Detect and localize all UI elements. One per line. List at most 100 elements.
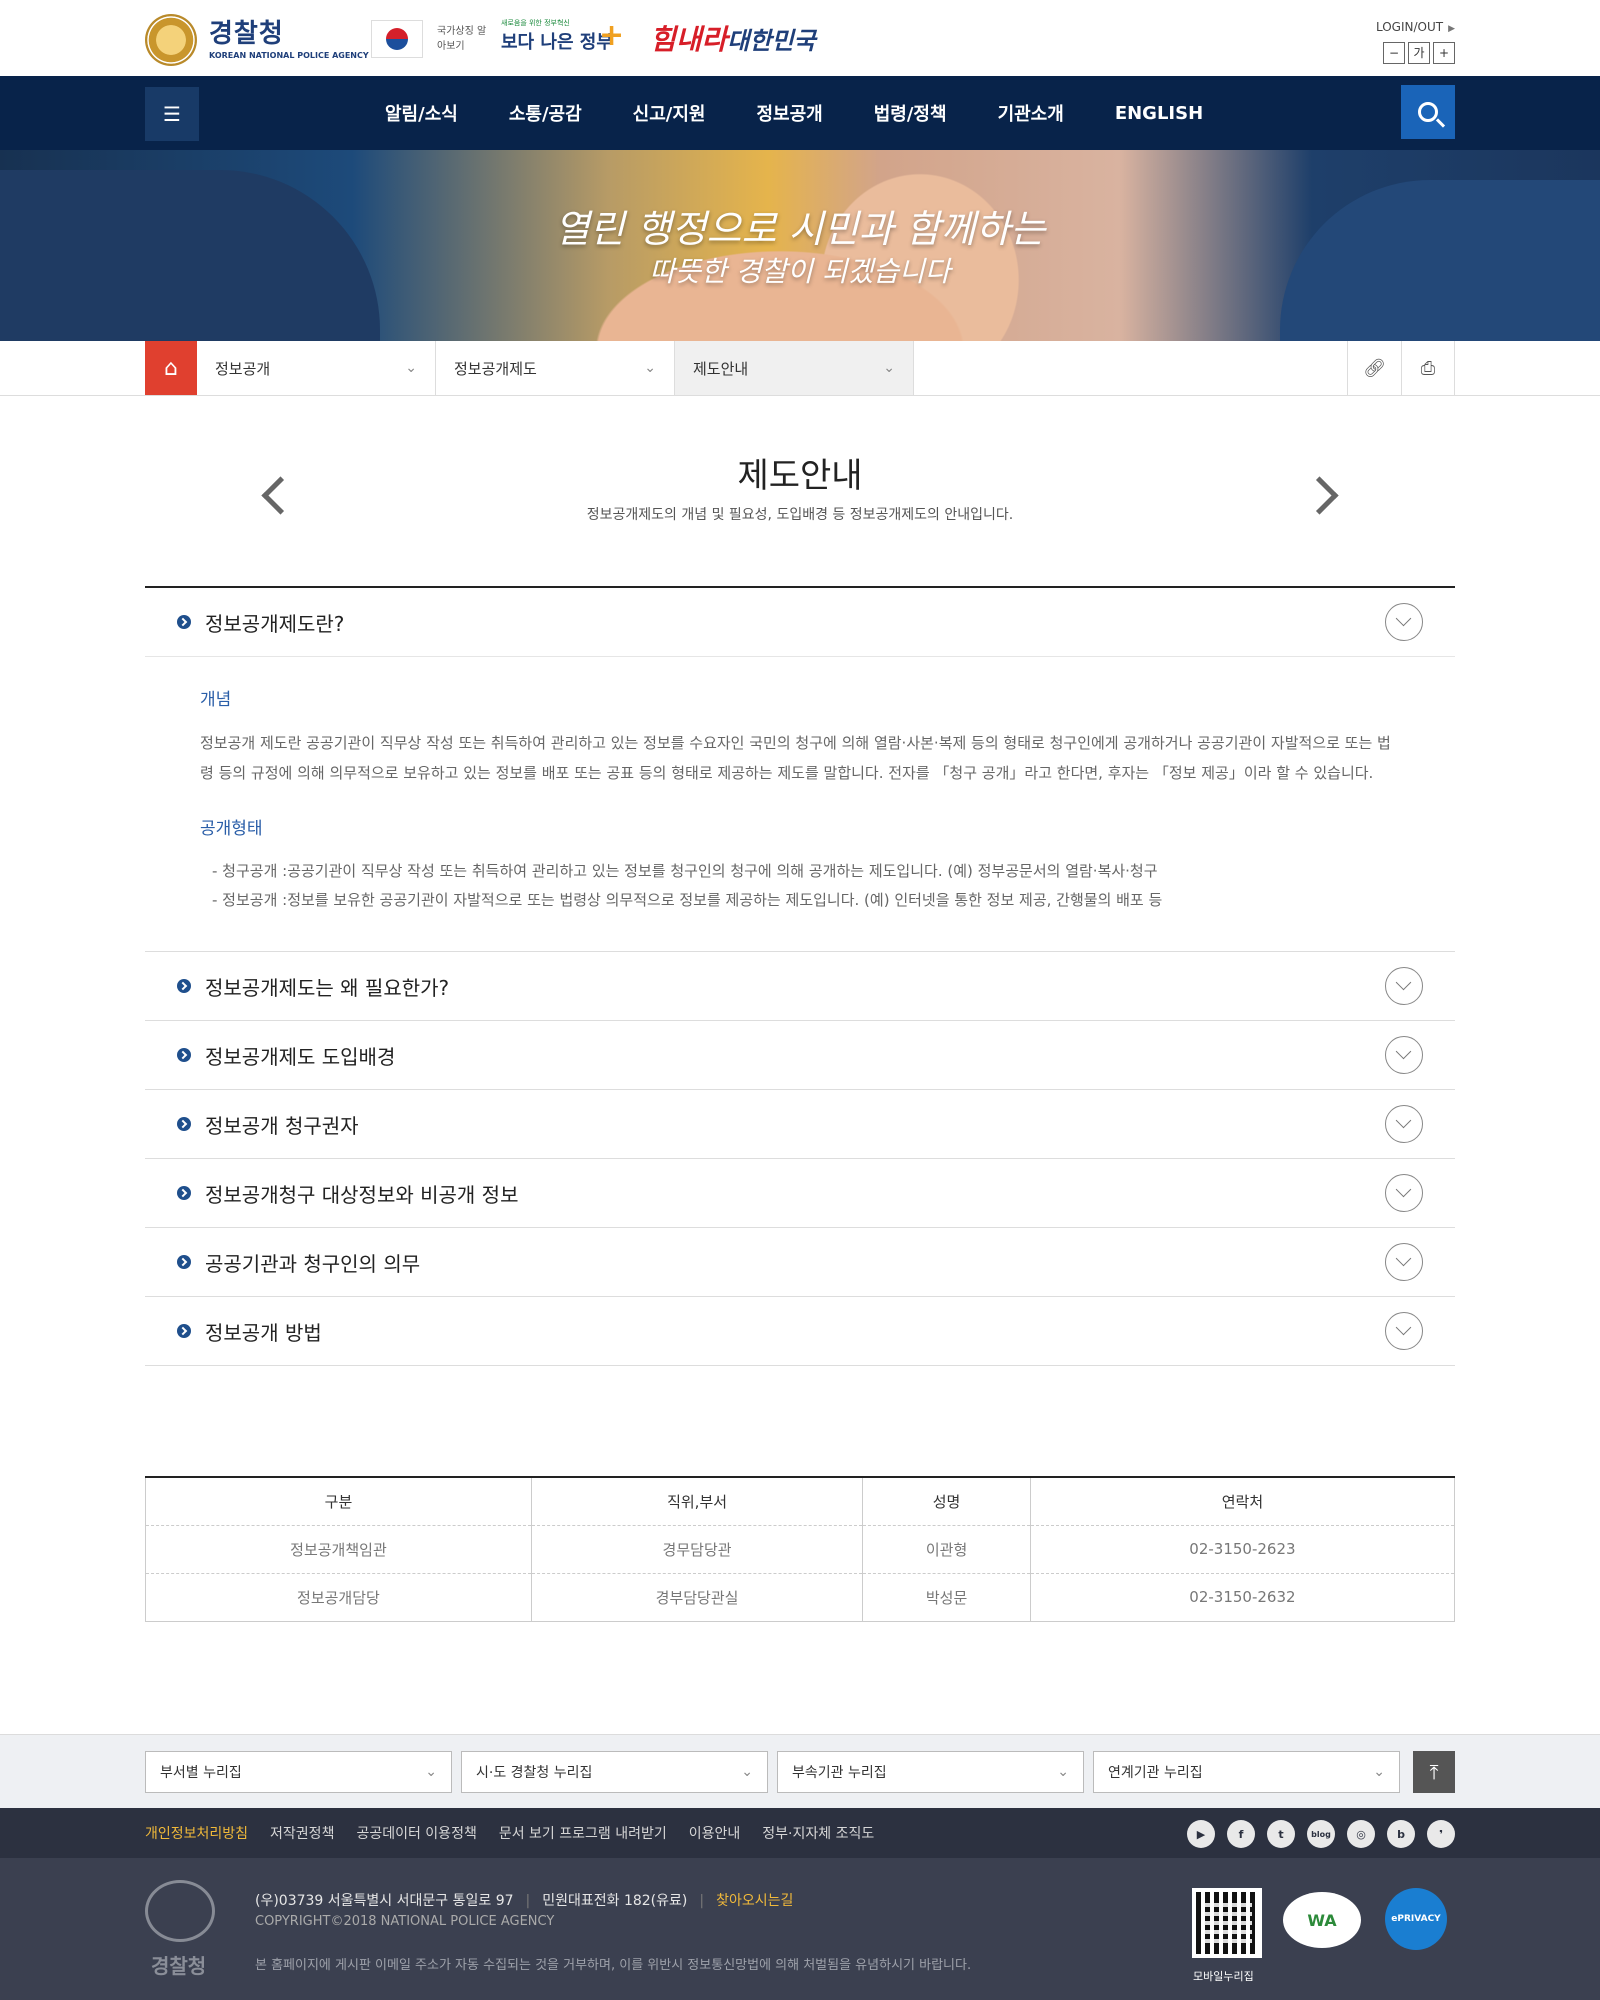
info-accordion: 정보공개제도란? 개념 정보공개 제도란 공공기관이 직무상 작성 또는 취득하…: [145, 586, 1455, 1366]
regional-police-site-select[interactable]: 시·도 경찰청 누리집 ⌄: [461, 1751, 768, 1793]
logo-subtitle: KOREAN NATIONAL POLICE AGENCY: [209, 51, 369, 60]
accordion-title: 정보공개제도 도입배경: [205, 1044, 396, 1069]
chevron-down-circle-icon[interactable]: [1385, 603, 1423, 641]
accordion-header[interactable]: 정보공개 청구권자: [145, 1090, 1455, 1158]
qr-code-icon[interactable]: [1192, 1888, 1262, 1958]
share-link-button[interactable]: 🔗︎: [1347, 341, 1401, 395]
usage-guide-link[interactable]: 이용안내: [689, 1823, 741, 1843]
gov-org-chart-link[interactable]: 정부·지자체 조직도: [762, 1823, 874, 1843]
gnb-menu: 알림/소식 소통/공감 신고/지원 정보공개 법령/정책 기관소개 ENGLIS…: [385, 76, 1203, 150]
copyright-policy-link[interactable]: 저작권정책: [270, 1823, 334, 1843]
footer-emblem-text: 경찰청: [151, 1954, 207, 1978]
table-row: 정보공개책임관 경무담당관 이관형 02-3150-2623: [145, 1525, 1456, 1574]
accordion-item: 공공기관과 청구인의 의무: [145, 1228, 1455, 1297]
font-decrease-button[interactable]: −: [1383, 42, 1405, 64]
email-notice-text: 본 홈페이지에 게시판 이메일 주소가 자동 수집되는 것을 거부하며, 이를 …: [255, 1958, 972, 1973]
nav-item-law[interactable]: 법령/정책: [874, 100, 947, 126]
cheer-banner-a: 힘내라: [650, 23, 728, 56]
accordion-header[interactable]: 정보공개청구 대상정보와 비공개 정보: [145, 1159, 1455, 1227]
chevron-down-circle-icon[interactable]: [1385, 1312, 1423, 1350]
chevron-down-icon: ⌄: [741, 1764, 753, 1780]
police-emblem-icon: [145, 14, 197, 66]
national-symbol-link[interactable]: 국가상징 알아보기: [437, 24, 487, 54]
accordion-title: 정보공개제도란?: [205, 611, 345, 636]
nav-item-report[interactable]: 신고/지원: [633, 100, 706, 126]
table-cell: 02-3150-2632: [1030, 1573, 1456, 1622]
cheer-korea-banner[interactable]: 힘내라대한민국: [650, 18, 816, 58]
directions-link[interactable]: 찾아오시는길: [716, 1893, 793, 1909]
breadcrumb-level-1[interactable]: 정보공개 ⌄: [197, 341, 436, 395]
main-nav: ☰ 알림/소식 소통/공감 신고/지원 정보공개 법령/정책 기관소개 ENGL…: [0, 76, 1600, 150]
select-label: 부서별 누리집: [160, 1765, 242, 1781]
login-link[interactable]: LOGIN/OUT ▶: [1376, 20, 1455, 34]
section-heading-concept: 개념: [200, 690, 232, 710]
gov-innovation-banner[interactable]: 새로움을 위한 정부혁신 보다 나은 정부 +: [501, 18, 631, 62]
breadcrumb-level-2[interactable]: 정보공개제도 ⌄: [436, 341, 675, 395]
font-reset-button[interactable]: 가: [1408, 42, 1430, 64]
chevron-down-circle-icon[interactable]: [1385, 1036, 1423, 1074]
bullet-arrow-icon: [177, 615, 191, 629]
accordion-header[interactable]: 정보공개제도란?: [145, 588, 1455, 656]
accordion-header[interactable]: 정보공개제도 도입배경: [145, 1021, 1455, 1089]
font-increase-button[interactable]: +: [1433, 42, 1455, 64]
search-button[interactable]: [1401, 85, 1455, 139]
affiliated-site-select[interactable]: 부속기관 누리집 ⌄: [777, 1751, 1084, 1793]
nav-item-english[interactable]: ENGLISH: [1115, 103, 1203, 124]
print-button[interactable]: ⎙: [1401, 341, 1455, 395]
accordion-header[interactable]: 정보공개 방법: [145, 1297, 1455, 1365]
footer-info: 경찰청 (우)03739 서울특별시 서대문구 통일로 97 | 민원대표전화 18…: [0, 1858, 1600, 2000]
site-logo[interactable]: 경찰청 KOREAN NATIONAL POLICE AGENCY: [145, 14, 369, 66]
accordion-title: 정보공개제도는 왜 필요한가?: [205, 975, 450, 1000]
footer-site-selectors: 부서별 누리집 ⌄ 시·도 경찰청 누리집 ⌄ 부속기관 누리집 ⌄ 연계기관 누리집…: [0, 1734, 1600, 1808]
table-cell: 경부담당관실: [531, 1573, 864, 1622]
national-flag-icon[interactable]: [371, 20, 423, 58]
web-accessibility-badge[interactable]: WA: [1283, 1892, 1361, 1948]
form-item-provide: - 정보공개 :정보를 보유한 공공기관이 자발적으로 또는 법령상 의무적으로…: [212, 891, 1163, 909]
bullet-arrow-icon: [177, 1048, 191, 1062]
home-button[interactable]: ⌂: [145, 341, 197, 395]
eprivacy-badge[interactable]: ePRIVACY: [1385, 1888, 1447, 1950]
chevron-down-icon: ⌄: [405, 360, 417, 376]
breadcrumb-level-3[interactable]: 제도안내 ⌄: [675, 341, 914, 395]
next-page-arrow-icon[interactable]: [1305, 474, 1345, 514]
dept-site-select[interactable]: 부서별 누리집 ⌄: [145, 1751, 452, 1793]
kakao-icon[interactable]: ❜: [1427, 1820, 1455, 1848]
youtube-icon[interactable]: ▶: [1187, 1820, 1215, 1848]
page-description: 정보공개제도의 개념 및 필요성, 도입배경 등 정보공개제도의 안내입니다.: [586, 507, 1014, 523]
table-header: 직위,부서: [531, 1477, 864, 1526]
accordion-header[interactable]: 공공기관과 청구인의 의무: [145, 1228, 1455, 1296]
nav-item-communication[interactable]: 소통/공감: [509, 100, 582, 126]
table-cell: 02-3150-2623: [1030, 1525, 1456, 1574]
copyright-text: COPYRIGHT©2018 NATIONAL POLICE AGENCY: [255, 1914, 555, 1929]
accordion-item: 정보공개 청구권자: [145, 1090, 1455, 1159]
table-cell: 박성문: [862, 1573, 1031, 1622]
public-data-policy-link[interactable]: 공공데이터 이용정책: [356, 1823, 476, 1843]
twitter-icon[interactable]: t: [1267, 1820, 1295, 1848]
band-icon[interactable]: b: [1387, 1820, 1415, 1848]
print-icon: ⎙: [1420, 357, 1436, 379]
chevron-down-circle-icon[interactable]: [1385, 1174, 1423, 1212]
chevron-down-circle-icon[interactable]: [1385, 1105, 1423, 1143]
chevron-down-circle-icon[interactable]: [1385, 1243, 1423, 1281]
table-cell: 정보공개책임관: [145, 1525, 532, 1574]
accordion-header[interactable]: 정보공개제도는 왜 필요한가?: [145, 952, 1455, 1020]
breadcrumb-label: 제도안내: [693, 359, 749, 378]
table-header: 구분: [145, 1477, 532, 1526]
select-label: 부속기관 누리집: [792, 1765, 887, 1781]
chevron-down-circle-icon[interactable]: [1385, 967, 1423, 1005]
nav-item-news[interactable]: 알림/소식: [385, 100, 458, 126]
all-menu-button[interactable]: ☰: [145, 87, 199, 141]
instagram-icon[interactable]: ◎: [1347, 1820, 1375, 1848]
phone-text: 민원대표전화 182(유료): [542, 1893, 688, 1909]
privacy-policy-link[interactable]: 개인정보처리방침: [145, 1823, 248, 1843]
facebook-icon[interactable]: f: [1227, 1820, 1255, 1848]
nav-item-about[interactable]: 기관소개: [998, 100, 1064, 126]
nav-item-disclosure[interactable]: 정보공개: [756, 100, 822, 126]
blog-icon[interactable]: blog: [1307, 1820, 1335, 1848]
doc-viewer-download-link[interactable]: 문서 보기 프로그램 내려받기: [499, 1823, 667, 1843]
breadcrumb-label: 정보공개제도: [454, 359, 537, 378]
scroll-top-button[interactable]: ⤒: [1413, 1751, 1455, 1793]
linked-agency-site-select[interactable]: 연계기관 누리집 ⌄: [1093, 1751, 1400, 1793]
search-icon: [1418, 102, 1438, 122]
hamburger-icon: ☰: [163, 102, 181, 126]
